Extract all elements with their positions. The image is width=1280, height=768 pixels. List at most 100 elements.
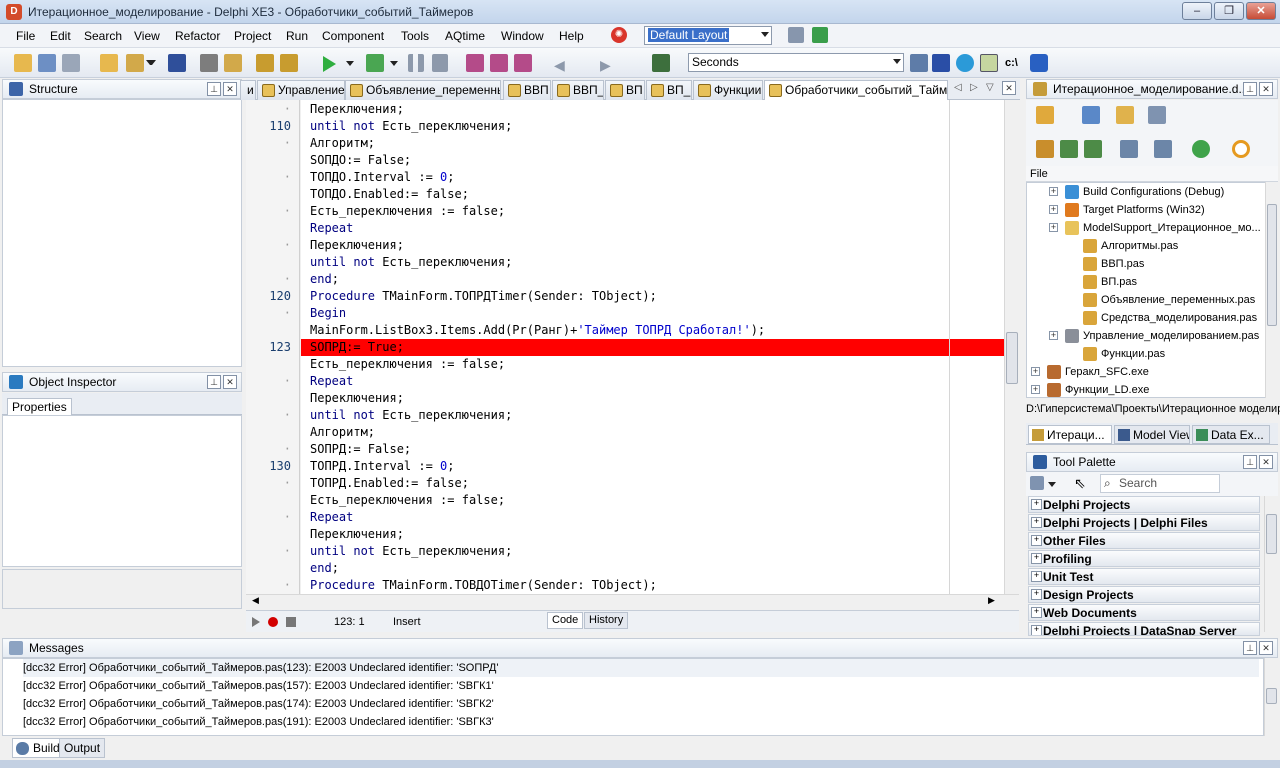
collapse-icon[interactable] — [1084, 140, 1102, 158]
aqtime-run-icon[interactable] — [910, 54, 928, 72]
trace-into-icon[interactable] — [466, 54, 484, 72]
code-line[interactable]: ТОПРД.Enabled:= false; — [301, 475, 1004, 492]
highlighted-code-line[interactable]: SOПРД:= True; — [301, 339, 1004, 356]
close-icon[interactable]: ✕ — [1259, 641, 1273, 655]
new-form-icon[interactable] — [100, 54, 118, 72]
menu-refactor[interactable]: Refactor — [175, 29, 220, 43]
maximize-button[interactable]: ❐ — [1214, 2, 1244, 20]
code-line[interactable]: Repeat — [301, 373, 1004, 390]
code-line[interactable]: Procedure TMainForm.ТОВДОTimer(Sender: T… — [301, 577, 1004, 594]
save-all-icon[interactable] — [62, 54, 80, 72]
open-project-icon[interactable] — [38, 54, 56, 72]
project-tree-item[interactable]: Алгоритмы.pas — [1027, 237, 1265, 255]
code-line[interactable]: Переключения; — [301, 526, 1004, 543]
arrow-right-icon[interactable]: ▶ — [600, 57, 611, 74]
activate-icon[interactable] — [1036, 106, 1054, 124]
help-icon[interactable] — [1030, 54, 1048, 72]
menu-search[interactable]: Search — [84, 29, 122, 43]
step-over-icon[interactable] — [490, 54, 508, 72]
palette-category[interactable]: Other Files — [1028, 532, 1260, 549]
tab-properties[interactable]: Properties — [7, 398, 72, 415]
menu-window[interactable]: Window — [501, 29, 544, 43]
save-icon[interactable] — [168, 54, 186, 72]
menu-view[interactable]: View — [134, 29, 160, 43]
new-project-icon[interactable] — [1082, 106, 1100, 124]
pin-icon[interactable]: ⊥ — [1243, 82, 1257, 96]
command-prompt-icon[interactable]: c:\ — [1005, 57, 1018, 69]
code-line[interactable]: Алгоритм; — [301, 135, 1004, 152]
code-line[interactable]: ТОПРД.Interval := 0; — [301, 458, 1004, 475]
save-desktop-icon[interactable] — [788, 27, 804, 43]
code-line[interactable]: Procedure TMainForm.ТОПРДTimer(Sender: T… — [301, 288, 1004, 305]
tab-history[interactable]: History — [584, 612, 629, 629]
palette-category[interactable]: Unit Test — [1028, 568, 1260, 585]
code-line[interactable]: until not Есть_переключения; — [301, 407, 1004, 424]
messages-scrollbar[interactable] — [1264, 658, 1278, 736]
menu-component[interactable]: Component — [322, 29, 384, 43]
chevron-down-icon[interactable] — [1048, 482, 1056, 487]
close-icon[interactable]: ✕ — [223, 375, 237, 389]
code-line[interactable]: Переключения; — [301, 237, 1004, 254]
palette-category[interactable]: Design Projects — [1028, 586, 1260, 603]
open-folder-icon[interactable] — [1116, 106, 1134, 124]
platform-icon[interactable] — [1192, 140, 1210, 158]
pin-icon[interactable]: ⊥ — [1243, 455, 1257, 469]
scrollbar-thumb[interactable] — [1266, 514, 1277, 554]
menu-aqtime[interactable]: AQtime — [445, 29, 485, 43]
sort-icon[interactable] — [1120, 140, 1138, 158]
project-tree-item[interactable]: + ModelSupport_Итерационное_мо... — [1027, 219, 1265, 237]
menu-run[interactable]: Run — [286, 29, 308, 43]
chevron-down-icon[interactable] — [146, 60, 156, 65]
pin-icon[interactable]: ⊥ — [207, 375, 221, 389]
code-line[interactable]: end; — [301, 560, 1004, 577]
message-item[interactable]: [dcc32 Error] Обработчики_событий_Таймер… — [23, 677, 494, 695]
menu-edit[interactable]: Edit — [50, 29, 71, 43]
toggle-form-unit-icon[interactable] — [256, 54, 274, 72]
code-line[interactable]: end; — [301, 271, 1004, 288]
expand-icon[interactable]: + — [1031, 367, 1040, 376]
scrollbar-thumb[interactable] — [1267, 204, 1277, 326]
tab-vp2[interactable]: ВП_ — [646, 80, 692, 100]
pause-icon[interactable] — [408, 54, 424, 72]
messages-list[interactable]: [dcc32 Error] Обработчики_событий_Таймер… — [2, 658, 1264, 736]
minimize-button[interactable]: ‒ — [1182, 2, 1212, 20]
menu-help[interactable]: Help — [559, 29, 584, 43]
project-tree-item[interactable]: Объявление_переменных.pas — [1027, 291, 1265, 309]
palette-category[interactable]: Profiling — [1028, 550, 1260, 567]
scroll-right-icon[interactable]: ▶ — [988, 595, 995, 606]
build-icon[interactable] — [1154, 140, 1172, 158]
project-tree[interactable]: + Build Configurations (Debug) + Target Pla… — [1026, 182, 1266, 398]
properties-grid[interactable] — [2, 415, 242, 567]
tab-output[interactable]: Output — [59, 738, 106, 758]
tab-funkcii[interactable]: Функции — [693, 80, 763, 100]
palette-category[interactable]: Delphi Projects | Delphi Files — [1028, 514, 1260, 531]
project-tree-item[interactable]: Функции.pas — [1027, 345, 1265, 363]
open-icon[interactable] — [126, 54, 144, 72]
sync-icon[interactable] — [1036, 140, 1054, 158]
tab-vvp2[interactable]: ВВП_ — [552, 80, 604, 100]
code-line[interactable]: Есть_переключения := false; — [301, 203, 1004, 220]
message-item[interactable]: [dcc32 Error] Обработчики_событий_Таймер… — [23, 659, 1259, 677]
palette-scrollbar[interactable] — [1264, 496, 1278, 632]
code-line[interactable]: Переключения; — [301, 390, 1004, 407]
pointer-icon[interactable]: ⇖ — [1074, 475, 1086, 492]
scrollbar-thumb[interactable] — [1006, 332, 1018, 384]
palette-search-input[interactable]: ⌕ Search — [1100, 474, 1220, 493]
tab-model-view[interactable]: Model View — [1114, 425, 1190, 444]
chevron-down-icon[interactable] — [346, 61, 354, 66]
code-line[interactable]: Begin — [301, 305, 1004, 322]
palette-category[interactable]: Delphi Projects — [1028, 496, 1260, 513]
tab-obyavlenie[interactable]: Объявление_переменных — [345, 80, 501, 100]
scroll-left-icon[interactable]: ◀ — [252, 595, 259, 606]
tab-project[interactable]: Итераци... — [1028, 425, 1112, 444]
code-editor[interactable]: Переключения; until not Есть_переключения… — [301, 100, 1004, 594]
tab-data-explorer[interactable]: Data Ex... — [1192, 425, 1270, 444]
close-button[interactable]: ✕ — [1246, 2, 1276, 20]
code-line[interactable]: ТОПДО.Enabled:= false; — [301, 186, 1004, 203]
tab-code[interactable]: Code — [547, 612, 584, 629]
tab-vp[interactable]: ВП — [605, 80, 645, 100]
palette-category[interactable]: Web Documents — [1028, 604, 1260, 621]
expand-icon[interactable] — [1060, 140, 1078, 158]
code-line[interactable]: Есть_переключения := false; — [301, 356, 1004, 373]
tab-upravlenie[interactable]: Управление — [257, 80, 345, 100]
